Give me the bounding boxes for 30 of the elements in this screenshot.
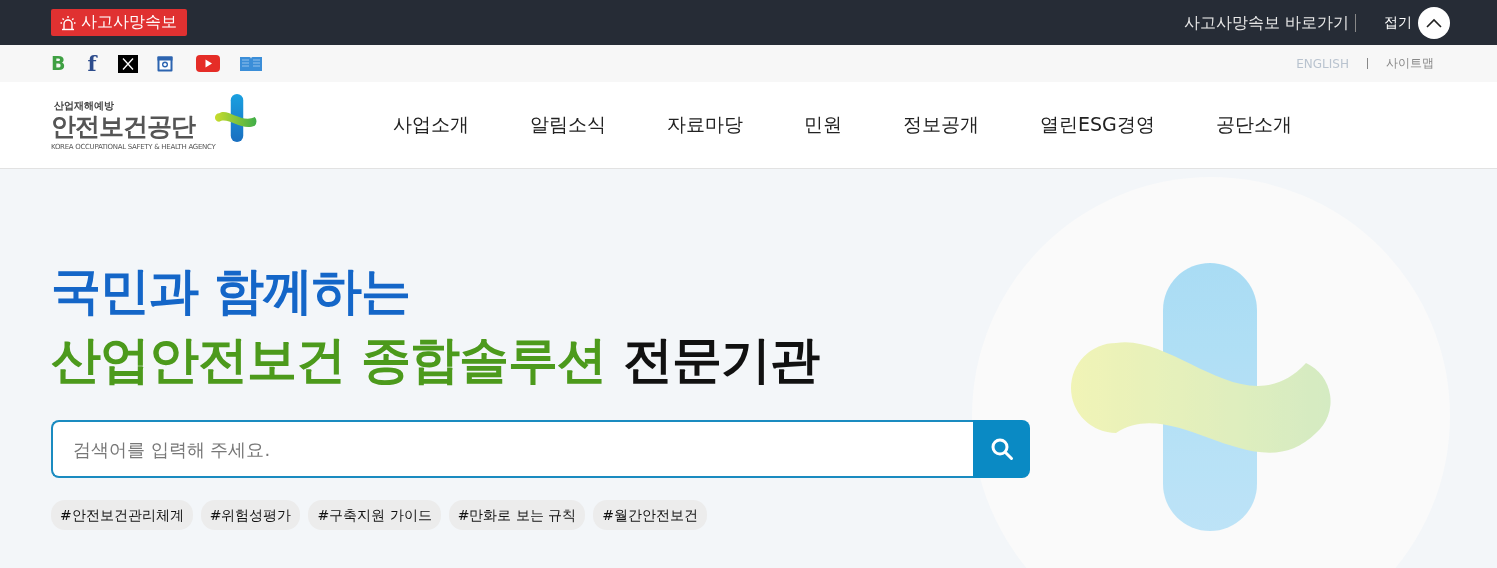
breaking-news-button[interactable]: 사고사망속보: [51, 9, 187, 36]
breaking-news-link[interactable]: 사고사망속보 바로가기: [1183, 13, 1356, 32]
nav-menu-item[interactable]: 알림소식: [530, 112, 606, 138]
hashtag-link[interactable]: #구축지원 가이드: [308, 500, 441, 530]
hashtag-link[interactable]: #안전보건관리체계: [51, 500, 193, 530]
nav-menu-item[interactable]: 민원: [804, 112, 842, 138]
search-icon: [989, 437, 1014, 461]
instagram-icon[interactable]: [156, 55, 173, 72]
nav-menu-item[interactable]: 정보공개: [903, 112, 979, 138]
collapse-label: 접기: [1384, 13, 1412, 32]
facebook-link[interactable]: f: [87, 53, 97, 74]
hashtag-link[interactable]: #위험성평가: [200, 500, 301, 530]
nav-menu-item[interactable]: 열린ESG경영: [1040, 112, 1155, 138]
hashtag-link[interactable]: #만화로 보는 규칙: [448, 500, 586, 530]
headline: 국민과 함께하는: [51, 261, 412, 322]
search-button[interactable]: [973, 420, 1030, 478]
logo-name: 안전보건공단: [51, 113, 197, 141]
chevron-up-icon: [1426, 17, 1442, 28]
logo-subtitle: 산업재해예방: [54, 99, 115, 114]
search-field[interactable]: 검색어를 입력해 주세요.: [51, 420, 973, 478]
nav-menu-item[interactable]: 자료마당: [667, 112, 743, 138]
hashtag-link[interactable]: #월간안전보건: [593, 500, 708, 530]
siren-icon: [59, 13, 77, 32]
open-book-icon[interactable]: [238, 55, 263, 72]
youtube-play-icon[interactable]: [195, 55, 220, 72]
nav-menu-item[interactable]: 사업소개: [393, 112, 469, 138]
headline: 산업안전보건 종합솔루션 전문기관: [51, 329, 821, 391]
collapse-button[interactable]: [1418, 6, 1450, 39]
x-logo-icon[interactable]: [117, 54, 138, 73]
nav-menu-item[interactable]: 공단소개: [1215, 112, 1292, 138]
